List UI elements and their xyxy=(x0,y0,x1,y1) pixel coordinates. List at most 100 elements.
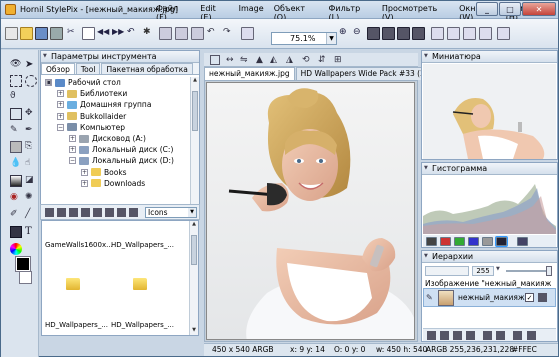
shape-icon[interactable] xyxy=(10,226,22,238)
fill-icon[interactable]: ◪ xyxy=(25,175,37,187)
expand-icon[interactable]: + xyxy=(57,90,64,98)
folder-up-icon[interactable] xyxy=(69,208,78,217)
clone-icon[interactable]: ⎘ xyxy=(25,141,37,153)
doc-tab-active[interactable]: нежный_макияж.jpg xyxy=(204,67,295,80)
miniature-preview[interactable] xyxy=(423,64,556,159)
ellipse-select-icon[interactable] xyxy=(25,75,37,87)
lasso-icon[interactable]: ϑ xyxy=(10,91,22,103)
opacity-dropdown-icon[interactable]: ▼ xyxy=(496,266,504,276)
save-icon[interactable] xyxy=(35,27,48,40)
options-icon[interactable] xyxy=(497,27,510,40)
expand-icon[interactable]: − xyxy=(57,123,64,131)
triangle-b-icon[interactable]: ◭ xyxy=(270,55,277,65)
expand-icon[interactable]: + xyxy=(69,146,76,154)
view-mode-icon[interactable] xyxy=(412,27,425,40)
foreground-color-swatch[interactable] xyxy=(15,256,31,272)
folder-icon[interactable] xyxy=(66,278,80,290)
grid-icon[interactable] xyxy=(447,27,460,40)
tree-item[interactable]: − Компьютер xyxy=(57,123,125,132)
expand-icon[interactable]: + xyxy=(57,101,64,109)
scroll-up-icon[interactable]: ▲ xyxy=(191,77,199,85)
crop-tool-icon[interactable] xyxy=(10,108,22,120)
tree-item[interactable]: + Библиотеки xyxy=(57,89,127,98)
guides-icon[interactable] xyxy=(463,27,476,40)
layer-props-icon[interactable] xyxy=(513,331,522,340)
channel-lum-icon[interactable] xyxy=(482,237,493,246)
layer-fx-icon[interactable] xyxy=(527,331,536,340)
pointer-icon[interactable]: ➤ xyxy=(25,59,37,71)
lock-icon[interactable] xyxy=(538,293,547,302)
scroll-thumb[interactable] xyxy=(192,91,198,131)
thumb-label[interactable]: HD_Wallpapers_... xyxy=(45,321,108,329)
flip-v-icon[interactable]: ⇵ xyxy=(318,55,326,65)
fit-window-icon[interactable] xyxy=(382,27,395,40)
fit-icon[interactable] xyxy=(241,27,254,40)
crop-icon[interactable] xyxy=(191,27,204,40)
blend-mode-select[interactable] xyxy=(425,266,469,276)
rotate-right-icon[interactable]: ↷ xyxy=(223,27,236,40)
refresh-icon[interactable] xyxy=(57,208,66,217)
star-tool-icon[interactable]: ✱ xyxy=(143,27,156,40)
new-icon[interactable] xyxy=(5,27,18,40)
layer-visibility-checkbox[interactable]: ✓ xyxy=(525,293,534,302)
document-image[interactable] xyxy=(206,82,415,340)
channel-blue-icon[interactable] xyxy=(468,237,479,246)
red-eye-icon[interactable]: ◉ xyxy=(10,192,22,204)
mirror-icon[interactable]: ◮ xyxy=(286,55,293,65)
expand-icon[interactable]: − xyxy=(69,157,76,165)
align-icon[interactable]: ⊞ xyxy=(334,55,342,65)
layout-icon[interactable] xyxy=(479,27,492,40)
open-icon[interactable] xyxy=(20,27,33,40)
view-select[interactable]: Icons ▼ xyxy=(145,207,197,218)
layer-row[interactable]: ✎ нежный_макияж ✓ xyxy=(423,288,556,307)
expand-icon[interactable]: + xyxy=(57,112,64,120)
browser-tab[interactable]: Tool xyxy=(75,63,101,74)
chevron-down-icon[interactable]: ▼ xyxy=(188,208,196,217)
triangle-icon[interactable]: ▲ xyxy=(256,55,263,65)
eraser-icon[interactable] xyxy=(10,141,22,153)
tree-item[interactable]: + Домашняя группа xyxy=(57,100,151,109)
actual-size-icon[interactable] xyxy=(367,27,380,40)
forward-icon[interactable]: ▶▶ xyxy=(112,27,125,40)
move-icon[interactable]: ✥ xyxy=(25,108,37,120)
copy-icon[interactable] xyxy=(82,27,95,40)
thumb-scrollbar[interactable]: ▲ ▼ xyxy=(189,221,198,335)
thumb-label[interactable]: HD_Wallpapers_... xyxy=(111,241,174,249)
new-folder-icon[interactable] xyxy=(81,208,90,217)
filter-icon[interactable] xyxy=(105,208,114,217)
text-tool-icon[interactable]: T xyxy=(25,226,37,238)
gradient-icon[interactable] xyxy=(10,175,22,187)
canvas-size-icon[interactable] xyxy=(175,27,188,40)
channel-all-icon[interactable] xyxy=(426,237,437,246)
eyedropper-icon[interactable]: ✐ xyxy=(10,209,22,221)
background-color-swatch[interactable] xyxy=(19,271,32,284)
zoom-dropdown-icon[interactable]: ▼ xyxy=(326,33,336,44)
tree-scrollbar[interactable]: ▲ ▼ xyxy=(190,77,199,215)
pen-icon[interactable]: ✒ xyxy=(25,125,37,137)
close-button[interactable]: ✕ xyxy=(522,2,556,16)
panel-toggle-icon[interactable] xyxy=(431,27,444,40)
delete-icon[interactable] xyxy=(93,208,102,217)
view-thumb-icon[interactable] xyxy=(45,208,54,217)
move-up-icon[interactable] xyxy=(483,331,492,340)
duplicate-layer-icon[interactable] xyxy=(440,331,449,340)
color-wheel-icon[interactable] xyxy=(10,243,22,255)
rotate-icon[interactable]: ⟲ xyxy=(302,55,310,65)
blur-icon[interactable]: 💧 xyxy=(10,158,22,170)
zoom-out-icon[interactable]: ⊖ xyxy=(353,27,366,40)
brush-icon[interactable]: ✎ xyxy=(10,125,22,137)
line-icon[interactable]: ╱ xyxy=(25,209,37,221)
opacity-slider-handle[interactable] xyxy=(546,266,552,276)
new-layer-icon[interactable] xyxy=(427,331,436,340)
cut-icon[interactable]: ✂ xyxy=(67,27,80,40)
thumb-label[interactable]: GameWalls1600x... xyxy=(45,241,113,249)
channel-red-icon[interactable] xyxy=(440,237,451,246)
tree-item[interactable]: − Локальный диск (D:) xyxy=(69,156,174,165)
marquee-icon[interactable] xyxy=(210,55,220,65)
rotate-left-icon[interactable]: ↶ xyxy=(207,27,220,40)
scroll-down-icon[interactable]: ▼ xyxy=(190,327,198,335)
tree-item[interactable]: + Books xyxy=(81,168,127,177)
tree-item[interactable]: + Bukkollaider xyxy=(57,112,126,121)
opacity-input[interactable]: 255 xyxy=(472,266,494,276)
sort-icon[interactable] xyxy=(117,208,126,217)
